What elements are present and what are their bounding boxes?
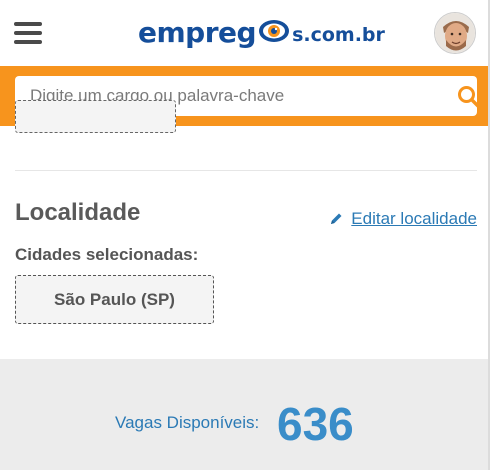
edit-location-link[interactable]: Editar localidade bbox=[329, 209, 477, 229]
pencil-icon bbox=[329, 212, 343, 226]
previous-selected-chip bbox=[15, 100, 176, 133]
available-jobs-count: 636 bbox=[277, 398, 354, 450]
top-header: empreg s.com.br bbox=[0, 0, 490, 66]
jobs-counter-panel: Vagas Disponíveis: 636 bbox=[0, 359, 490, 470]
hamburger-menu-icon[interactable] bbox=[14, 20, 42, 46]
city-chip[interactable]: São Paulo (SP) bbox=[15, 275, 214, 324]
section-divider bbox=[15, 170, 477, 171]
search-icon[interactable] bbox=[457, 85, 481, 109]
logo-eye-icon bbox=[257, 16, 291, 49]
page: empreg s.com.br Digite um cargo ou palav… bbox=[0, 0, 490, 470]
available-jobs-label: Vagas Disponíveis: bbox=[115, 413, 260, 432]
user-avatar[interactable] bbox=[434, 12, 476, 54]
selected-cities-label: Cidades selecionadas: bbox=[15, 245, 199, 264]
logo-domain-text: s.com.br bbox=[292, 24, 385, 46]
logo-text: empreg bbox=[138, 15, 257, 49]
location-title: Localidade bbox=[15, 199, 141, 226]
site-logo[interactable]: empreg s.com.br bbox=[138, 12, 385, 52]
edit-location-label: Editar localidade bbox=[351, 209, 477, 228]
